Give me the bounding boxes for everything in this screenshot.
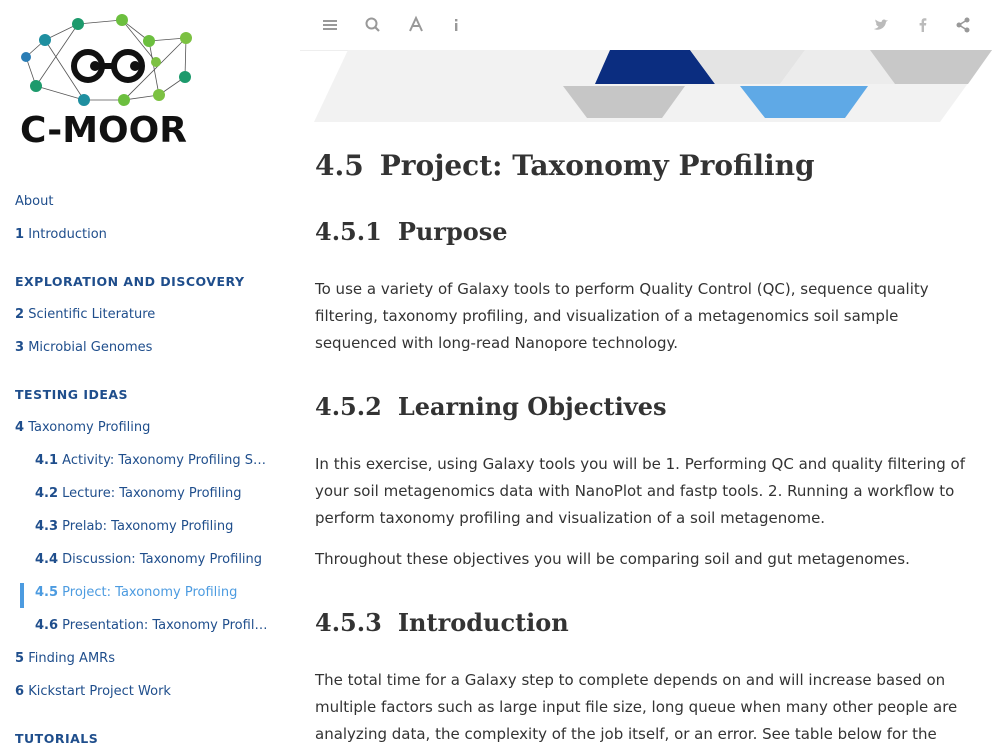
chapter-banner-image [314, 50, 992, 122]
toc-number: 2 [15, 307, 25, 322]
toc-section-4-3[interactable]: 4.3 Prelab: Taxonomy Profiling [0, 517, 270, 550]
toc-finding-amrs[interactable]: 5 Finding AMRs [0, 649, 270, 682]
toc-toggle-icon[interactable] [320, 15, 340, 35]
toolbar [300, 0, 992, 51]
logo-text: C-MOOR [20, 110, 187, 150]
section-title: Purpose [397, 217, 508, 246]
objectives-paragraph-2: Throughout these objectives you will be … [315, 550, 910, 568]
twitter-icon[interactable] [871, 15, 891, 35]
toc-section-4-4[interactable]: 4.4 Discussion: Taxonomy Profiling [0, 550, 270, 583]
toc-kickstart-project-work[interactable]: 6 Kickstart Project Work [0, 682, 270, 715]
heading-learning-objectives: 4.5.2 Learning Objectives [315, 387, 965, 427]
toc-label: Activity: Taxonomy Profiling Sprea… [62, 453, 270, 468]
page-title: 4.5 Project: Taxonomy Profiling [315, 140, 965, 194]
section-title: Learning Objectives [397, 392, 667, 421]
toc-label: Kickstart Project Work [28, 684, 171, 699]
sidebar: C-MOOR About 1 Introduction EXPLORATION … [0, 0, 300, 744]
toc-label: Introduction [28, 227, 107, 242]
toc-label: Prelab: Taxonomy Profiling [62, 519, 234, 534]
toc-number: 5 [15, 651, 25, 666]
c-moor-logo[interactable]: C-MOOR [18, 10, 208, 150]
toc-part-testing-ideas: TESTING IDEAS [15, 387, 129, 402]
toc-number: 4.1 [35, 453, 59, 468]
toc-part-exploration: EXPLORATION AND DISCOVERY [15, 274, 245, 289]
introduction-paragraph: The total time for a Galaxy step to comp… [315, 671, 958, 743]
heading-purpose: 4.5.1 Purpose [315, 212, 965, 252]
toc-number: 4.3 [35, 519, 59, 534]
toc-label: Lecture: Taxonomy Profiling [62, 486, 242, 501]
toc-label: Scientific Literature [28, 307, 156, 322]
toc-label: Finding AMRs [28, 651, 115, 666]
facebook-icon[interactable] [913, 15, 933, 35]
toc-number: 6 [15, 684, 25, 699]
heading-introduction: 4.5.3 Introduction [315, 603, 965, 643]
toc-section-4-6[interactable]: 4.6 Presentation: Taxonomy Profiling [0, 616, 270, 649]
toc-label: Discussion: Taxonomy Profiling [62, 552, 263, 567]
section-title: Introduction [397, 608, 569, 637]
toc-number: 4.4 [35, 552, 59, 567]
toc-label: Microbial Genomes [28, 340, 153, 355]
toc-number: 4.5 [35, 585, 59, 600]
toc-section-4-5-active[interactable]: 4.5 Project: Taxonomy Profiling [0, 583, 270, 616]
section-title: Project: Taxonomy Profiling [379, 149, 815, 182]
toc-part-tutorials: TUTORIALS [15, 731, 99, 744]
section-number: 4.5.2 [315, 392, 382, 421]
toc-number: 3 [15, 340, 25, 355]
toc-introduction[interactable]: 1 Introduction [0, 225, 270, 258]
toc-label: Project: Taxonomy Profiling [62, 585, 238, 600]
toc-section-4-1[interactable]: 4.1 Activity: Taxonomy Profiling Sprea… [0, 451, 270, 484]
toc-section-4-2[interactable]: 4.2 Lecture: Taxonomy Profiling [0, 484, 270, 517]
toc-number: 1 [15, 227, 25, 242]
table-of-contents: About 1 Introduction EXPLORATION AND DIS… [0, 192, 300, 744]
share-icon[interactable] [953, 15, 973, 35]
objectives-paragraph: In this exercise, using Galaxy tools you… [315, 455, 965, 527]
toc-label: Taxonomy Profiling [28, 420, 151, 435]
section-number: 4.5 [315, 149, 364, 182]
toc-microbial-genomes[interactable]: 3 Microbial Genomes [0, 338, 270, 371]
search-icon[interactable] [363, 15, 383, 35]
toc-taxonomy-profiling[interactable]: 4 Taxonomy Profiling [0, 418, 270, 451]
toc-number: 4.2 [35, 486, 59, 501]
section-number: 4.5.1 [315, 217, 382, 246]
section-number: 4.5.3 [315, 608, 382, 637]
toc-number: 4 [15, 420, 25, 435]
active-indicator [20, 583, 24, 608]
toc-about[interactable]: About [0, 192, 270, 225]
info-icon[interactable] [446, 15, 466, 35]
purpose-paragraph: To use a variety of Galaxy tools to perf… [315, 280, 929, 352]
main-content: 4.5 Project: Taxonomy Profiling 4.5.1 Purp… [315, 140, 965, 748]
toc-label: Presentation: Taxonomy Profiling [62, 618, 270, 633]
toc-scientific-literature[interactable]: 2 Scientific Literature [0, 305, 270, 338]
font-settings-icon[interactable] [406, 15, 426, 35]
toc-label: About [15, 194, 54, 209]
toc-number: 4.6 [35, 618, 59, 633]
